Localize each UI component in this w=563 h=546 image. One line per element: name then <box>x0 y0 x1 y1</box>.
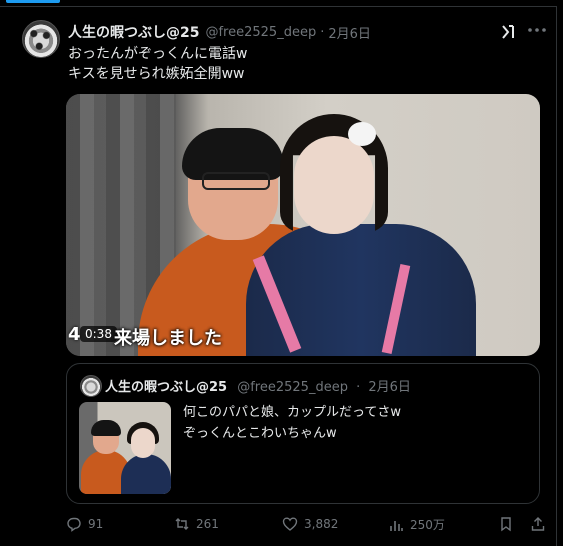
like-count: 3,882 <box>304 517 339 531</box>
avatar[interactable] <box>22 20 60 58</box>
thumb-person-hair <box>91 420 121 436</box>
quoted-header: 人生の暇つぶし@25 @free2525_deep · 2月6日 <box>105 376 411 395</box>
quoted-avatar <box>80 375 102 397</box>
quoted-media-thumbnail[interactable] <box>79 402 171 494</box>
reply-count: 91 <box>88 517 104 531</box>
action-bar: 91 261 3,882 250万 <box>0 512 556 538</box>
quoted-post[interactable]: 人生の暇つぶし@25 @free2525_deep · 2月6日 何このパパと娘… <box>66 363 540 504</box>
quoted-author-name: 人生の暇つぶし@25 <box>105 380 228 395</box>
post-text-line: おったんがぞっくんに電話w <box>68 46 248 62</box>
video-duration-badge: 0:38 <box>80 326 117 342</box>
views-button[interactable]: 250万 <box>388 516 445 533</box>
quoted-date: 2月6日 <box>368 380 411 395</box>
quoted-text-line: 何このパパと娘、カップルだってさw <box>183 405 401 420</box>
video-person-face <box>294 136 374 234</box>
post-text: おったんがぞっくんに電話w キスを見せられ嫉妬全開ww <box>68 44 247 84</box>
share-icon <box>531 517 545 531</box>
quoted-author-handle: @free2525_deep <box>237 380 348 395</box>
video-person-jacket <box>246 224 476 356</box>
bookmark-icon <box>501 517 511 532</box>
like-button[interactable]: 3,882 <box>282 516 338 532</box>
avatar-pattern <box>23 21 59 57</box>
hair-bow <box>348 122 376 146</box>
views-chart-icon <box>390 520 403 531</box>
video-player[interactable]: 4 0:38 来場しました <box>66 94 540 356</box>
bookmark-button[interactable] <box>498 516 514 532</box>
video-caption: 来場しました <box>114 328 222 349</box>
thumb-person-jacket <box>121 454 171 494</box>
video-person-glasses <box>202 172 270 190</box>
views-count: 250万 <box>410 518 445 532</box>
more-options-icon[interactable] <box>527 22 547 42</box>
repost-count: 261 <box>196 517 219 531</box>
post-text-line: キスを見せられ嫉妬全開ww <box>68 66 245 82</box>
quoted-text: 何このパパと娘、カップルだってさw ぞっくんとこわいちゃんw <box>183 402 401 444</box>
author-handle[interactable]: @free2525_deep <box>205 25 316 40</box>
thumb-person-face <box>131 428 155 458</box>
repost-button[interactable]: 261 <box>174 516 219 532</box>
reply-button[interactable]: 91 <box>66 516 103 532</box>
meta-separator: · <box>356 380 361 395</box>
repost-icon <box>175 518 189 530</box>
post-header: 人生の暇つぶし@25 @free2525_deep · 2月6日 <box>68 22 371 42</box>
post-date[interactable]: 2月6日 <box>328 23 371 42</box>
active-tab-indicator <box>6 0 60 3</box>
meta-separator: · <box>320 24 325 40</box>
heart-icon <box>282 517 298 531</box>
reply-icon <box>67 517 81 532</box>
grok-icon[interactable] <box>500 24 516 40</box>
share-button[interactable] <box>530 516 546 532</box>
quoted-text-line: ぞっくんとこわいちゃんw <box>183 426 337 441</box>
author-name[interactable]: 人生の暇つぶし@25 <box>68 22 199 42</box>
video-caption-prefix: 4 <box>68 324 81 345</box>
